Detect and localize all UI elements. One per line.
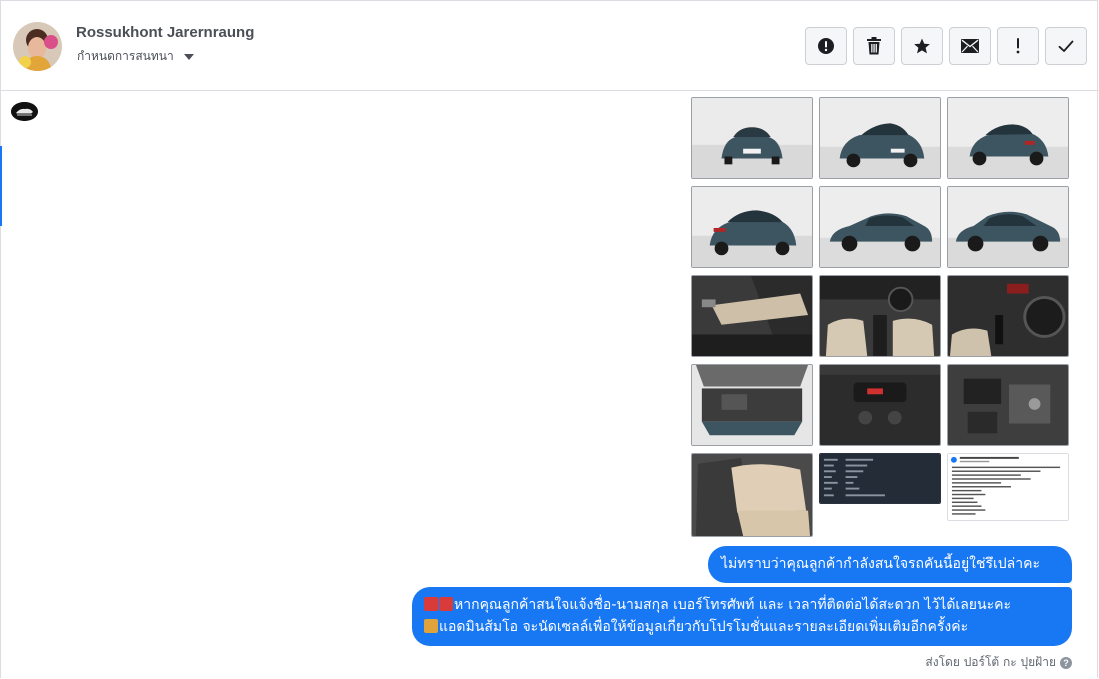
attachment-image[interactable] <box>691 453 813 537</box>
sent-by-label: ส่งโดย ปอร์โต้ กะ ปุยฝ้าย ? <box>925 653 1072 672</box>
delete-button[interactable] <box>853 27 895 65</box>
attachment-image[interactable] <box>947 453 1069 521</box>
message-line: หากคุณลูกค้าสนใจแจ้งชื่อ-นามสกุล เบอร์โท… <box>424 594 1060 616</box>
attachment-image[interactable] <box>819 97 941 179</box>
mark-done-button[interactable] <box>1045 27 1087 65</box>
sent-by-text: ส่งโดย ปอร์โต้ กะ ปุยฝ้าย <box>925 655 1056 669</box>
attachment-image[interactable] <box>819 186 941 268</box>
help-icon[interactable]: ? <box>1060 656 1072 669</box>
star-button[interactable] <box>901 27 943 65</box>
message-text: ไม่ทราบว่าคุณลูกค้ากำลังสนใจรถคันนี้อยู่… <box>721 556 1040 572</box>
attachment-image[interactable] <box>691 364 813 446</box>
caret-down-icon <box>183 53 194 60</box>
attachment-image[interactable] <box>947 275 1069 357</box>
conversation-actions <box>805 27 1087 65</box>
conversation-header: Rossukhont Jarernraung กำหนดการสนทนา <box>0 0 1099 91</box>
exclamation-circle-icon <box>818 38 834 54</box>
check-icon <box>1058 40 1074 52</box>
telephone-emoji-icon <box>424 597 438 611</box>
page-avatar <box>11 102 38 121</box>
follow-up-button[interactable] <box>997 27 1039 65</box>
attachment-image[interactable] <box>691 275 813 357</box>
message-line: แอดมินส้มโอ จะนัดเซลล์เพื่อให้ข้อมูลเกี่… <box>424 616 1060 638</box>
trash-icon <box>867 37 881 55</box>
telephone-emoji-icon <box>439 597 453 611</box>
people-emoji-icon <box>424 619 438 633</box>
attachment-image[interactable] <box>691 186 813 268</box>
message-text: แอดมินส้มโอ จะนัดเซลล์เพื่อให้ข้อมูลเกี่… <box>439 619 969 635</box>
mark-unread-button[interactable] <box>949 27 991 65</box>
attachment-image[interactable] <box>819 275 941 357</box>
attachment-image[interactable] <box>819 364 941 446</box>
assign-conversation-dropdown[interactable]: กำหนดการสนทนา <box>77 47 194 66</box>
contact-avatar[interactable] <box>13 22 62 71</box>
attachment-image[interactable] <box>819 453 941 504</box>
attachment-image[interactable] <box>947 97 1069 179</box>
message-bubble[interactable]: ไม่ทราบว่าคุณลูกค้ากำลังสนใจรถคันนี้อยู่… <box>708 546 1072 583</box>
attachment-image[interactable] <box>947 186 1069 268</box>
message-text: หากคุณลูกค้าสนใจแจ้งชื่อ-นามสกุล เบอร์โท… <box>454 597 1011 613</box>
exclamation-icon <box>1016 38 1020 54</box>
attachment-image[interactable] <box>691 97 813 179</box>
assign-conversation-label: กำหนดการสนทนา <box>77 49 174 63</box>
envelope-icon <box>961 39 979 53</box>
report-spam-button[interactable] <box>805 27 847 65</box>
scroll-indicator[interactable] <box>0 146 2 226</box>
attachment-image[interactable] <box>947 364 1069 446</box>
contact-name[interactable]: Rossukhont Jarernraung <box>76 24 254 41</box>
message-bubble[interactable]: หากคุณลูกค้าสนใจแจ้งชื่อ-นามสกุล เบอร์โท… <box>412 587 1072 646</box>
star-icon <box>914 38 930 54</box>
